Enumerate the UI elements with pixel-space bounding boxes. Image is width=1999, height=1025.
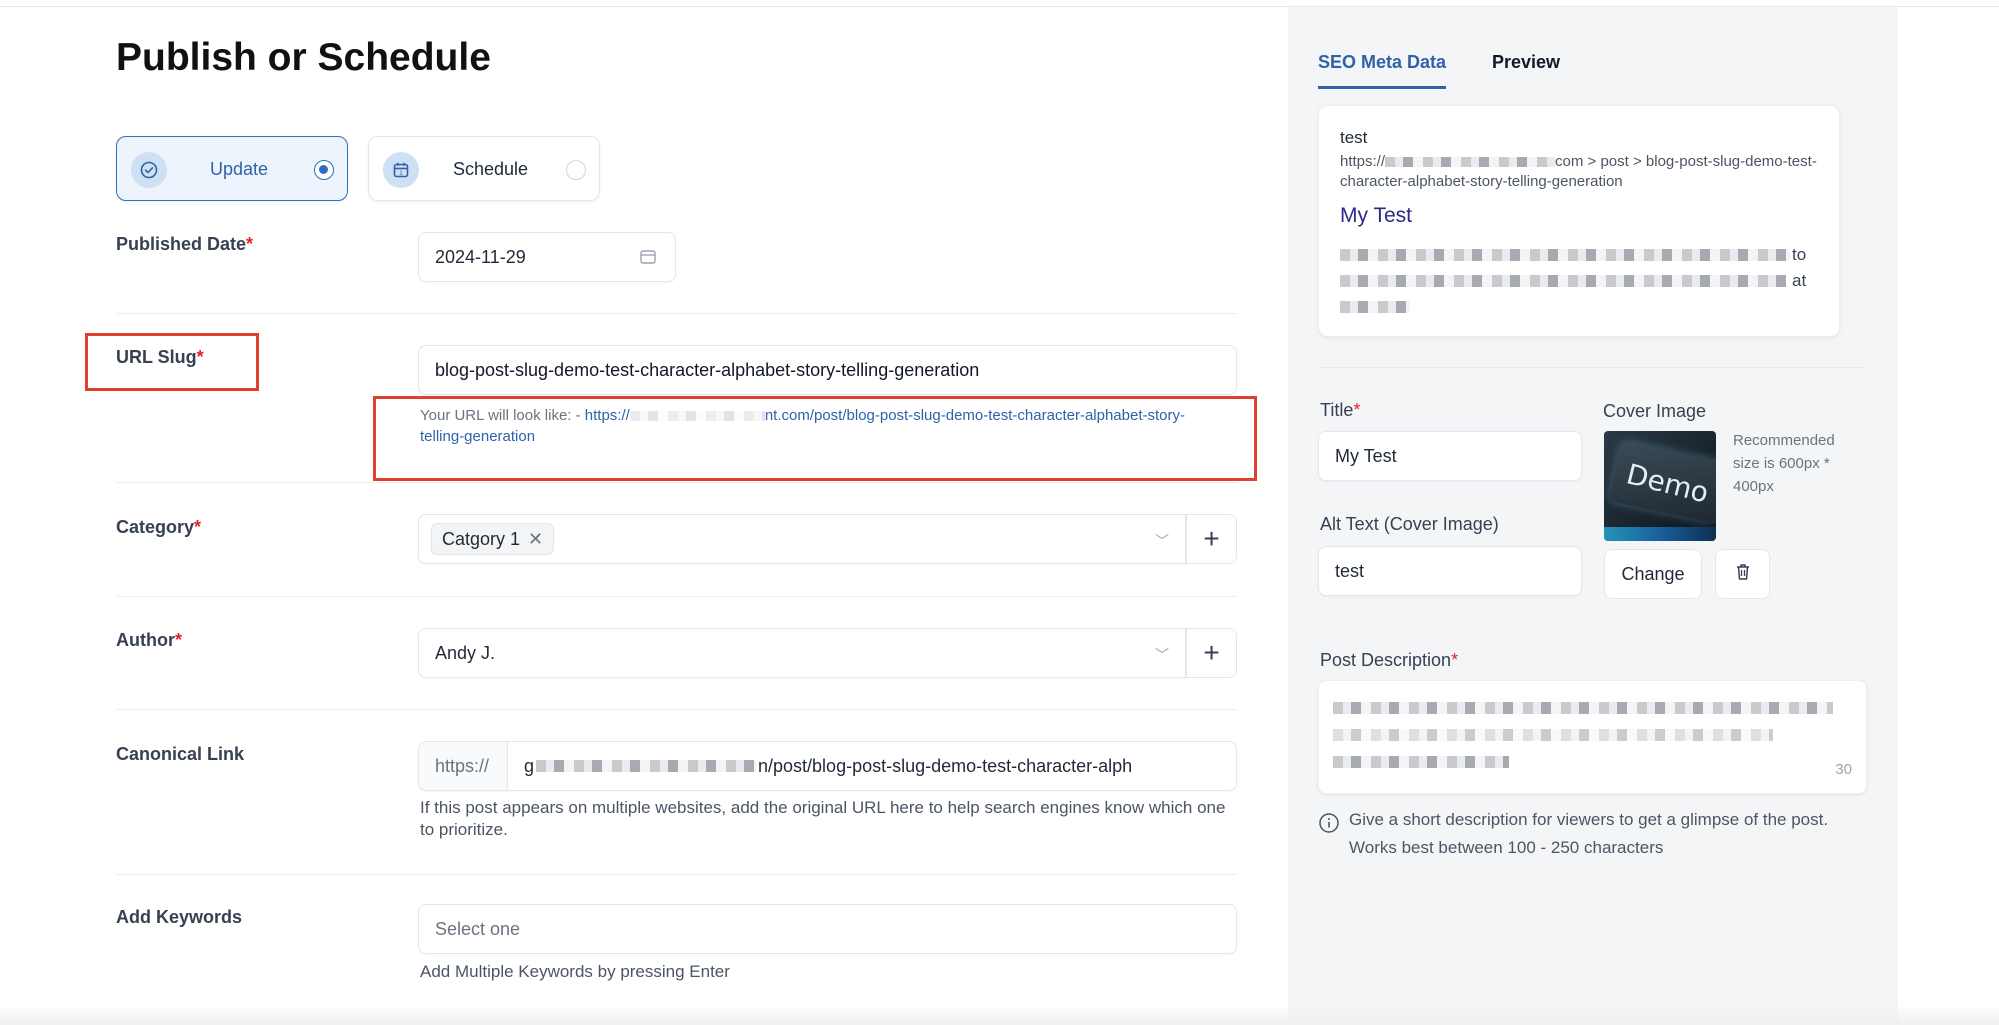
author-label: Author* [116,630,182,650]
canonical-value-rest: n/post/blog-post-slug-demo-test-characte… [758,755,1133,776]
preview-title: My Test [1340,204,1412,227]
keywords-label: Add Keywords [116,907,243,927]
published-date-value: 2024-11-29 [435,246,526,267]
published-date-label: Published Date* [116,234,254,254]
chevron-down-icon[interactable]: ﹀ [1155,531,1169,551]
chevron-down-icon[interactable]: ﹀ [1155,645,1169,665]
preview-url: https://com > post > blog-post-slug-demo… [1340,153,1817,190]
plus-icon: + [1203,637,1220,668]
divider [116,313,1237,314]
category-tag-label: Catgory 1 [442,528,521,549]
alt-text-value: test [1335,560,1365,581]
divider [116,482,1237,483]
search-preview-card: test https://com > post > blog-post-slug… [1318,105,1840,337]
published-date-input[interactable]: 2024-11-29 [418,232,676,282]
cover-image-recommendation: Recommended size is 600px * 400px [1733,432,1835,495]
canonical-hint: If this post appears on multiple website… [420,798,1226,839]
calendar-icon: 1 [383,152,419,188]
update-radio[interactable] [314,160,334,180]
url-preview-hint: Your URL will look like: - https://nt.co… [420,407,1185,445]
keywords-placeholder: Select one [435,918,521,939]
url-slug-input[interactable]: blog-post-slug-demo-test-character-alpha… [418,345,1237,395]
schedule-option[interactable]: 1 Schedule [368,136,600,201]
canonical-prefix: https:// [418,741,508,791]
url-slug-label: URL Slug* [116,347,204,367]
alt-text-label: Alt Text (Cover Image) [1320,514,1499,534]
category-tag: Catgory 1 ✕ [431,523,555,555]
tab-seo-meta-data[interactable]: SEO Meta Data [1318,52,1446,73]
keywords-input[interactable]: Select one [418,904,1237,954]
seo-title-value: My Test [1335,445,1397,466]
plus-icon: + [1203,523,1220,554]
canonical-value-start: g [524,755,535,776]
canonical-link-input[interactable]: g n/post/blog-post-slug-demo-test-charact… [507,741,1237,791]
url-slug-value: blog-post-slug-demo-test-character-alpha… [435,359,980,380]
calendar-icon[interactable] [639,248,657,271]
cover-image-label: Cover Image [1603,401,1707,421]
cover-image-thumbnail: Demo [1604,431,1716,541]
divider [116,709,1237,710]
close-icon[interactable]: ✕ [528,529,543,550]
seo-title-label: Title* [1320,400,1361,420]
author-select[interactable]: Andy J. ﹀ [418,628,1186,678]
alt-text-input[interactable]: test [1318,546,1582,596]
add-category-button[interactable]: + [1186,514,1237,564]
update-option-label: Update [210,159,269,179]
canonical-link-label: Canonical Link [116,744,245,764]
canonical-prefix-text: https:// [435,755,490,776]
seo-title-input[interactable]: My Test [1318,431,1582,481]
url-preview-link[interactable]: https:// [585,407,630,424]
divider [116,874,1237,875]
post-description-textarea[interactable]: 30 [1318,680,1867,794]
category-select[interactable]: Catgory 1 ✕ ﹀ [418,514,1186,564]
add-author-button[interactable]: + [1186,628,1237,678]
divider [116,596,1237,597]
preview-site-name: test [1340,128,1368,147]
update-option[interactable]: Update [116,136,348,201]
schedule-option-label: Schedule [453,159,529,179]
delete-cover-button[interactable] [1715,549,1770,599]
top-border [0,0,1999,7]
preview-description: to at [1340,242,1830,320]
character-count: 30 [1835,761,1852,778]
tab-preview[interactable]: Preview [1492,52,1560,73]
divider [1318,367,1866,368]
check-circle-icon [131,152,167,188]
trash-icon [1734,562,1752,587]
change-cover-button[interactable]: Change [1604,549,1702,599]
keywords-hint: Add Multiple Keywords by pressing Enter [420,962,730,981]
info-icon [1318,812,1340,839]
post-description-label: Post Description* [1320,650,1459,670]
category-label: Category* [116,517,202,537]
author-value: Andy J. [435,642,496,663]
schedule-radio[interactable] [566,160,586,180]
page-title: Publish or Schedule [116,36,491,79]
post-description-info: Give a short description for viewers to … [1349,810,1829,857]
active-tab-indicator [1318,86,1446,89]
bottom-edge [0,1005,1999,1025]
